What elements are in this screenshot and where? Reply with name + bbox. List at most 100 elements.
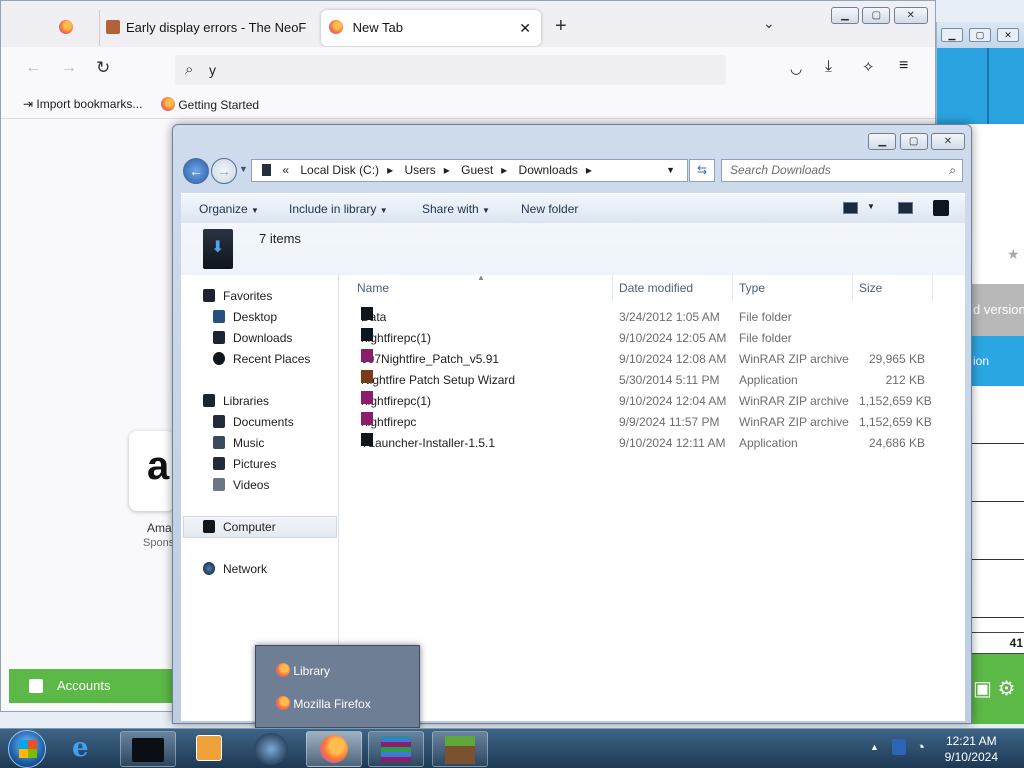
libraries-icon [203,394,215,407]
extensions-icon[interactable]: ✧ [862,58,875,76]
file-row[interactable]: Data 3/24/2012 1:05 AM File folder [361,307,941,328]
file-name: TLauncher-Installer-1.5.1 [361,433,495,454]
taskbar-firefox[interactable] [306,731,362,767]
forward-arrow-icon[interactable]: → [61,59,77,77]
nav-computer[interactable]: Computer [203,520,276,534]
bg-minimize-button[interactable]: ▁ [941,28,963,42]
jump-item-firefox[interactable]: Mozilla Firefox [276,696,371,711]
shield-icon[interactable] [892,739,906,755]
bg-blue-button[interactable]: ion [971,336,1024,386]
down-arrow-icon: ⬇ [211,239,225,256]
nav-label: Videos [233,478,270,492]
search-input[interactable]: Search Downloads ⌕ [721,159,963,182]
clock[interactable]: 12:21 AM 9/10/2024 [945,733,998,765]
nav-documents[interactable]: Documents [213,415,294,429]
minimize-button[interactable]: ▁ [831,7,859,24]
chevron-down-icon[interactable]: ⌄ [763,15,775,32]
accounts-button[interactable]: Accounts [9,669,175,703]
url-bar[interactable]: ⌕ y [175,55,726,85]
minimize-button[interactable]: ▁ [868,133,897,150]
media-player-icon[interactable] [196,735,222,761]
star-icon[interactable]: ★ [1007,246,1020,263]
nav-recent-places[interactable]: Recent Places [213,352,310,366]
column-header-size[interactable]: Size [853,275,933,301]
nav-network[interactable]: Network [203,562,267,576]
view-options-icon[interactable] [843,202,858,214]
network-status-icon[interactable]: ◔ [916,739,925,756]
nav-videos[interactable]: Videos [213,478,269,492]
nav-libraries[interactable]: Libraries [203,394,269,408]
nav-label: Computer [223,520,276,534]
show-hidden-icons-icon[interactable]: ▲ [870,742,879,752]
taskbar-explorer[interactable] [120,731,176,767]
internet-explorer-icon[interactable]: e [72,733,89,763]
organize-button[interactable]: Organize ▼ [199,194,259,224]
back-button[interactable]: ← [183,158,209,184]
breadcrumb-downloads[interactable]: Downloads [519,163,578,177]
bg-close-button[interactable]: ✕ [997,28,1019,42]
taskbar-winrar[interactable] [368,731,424,767]
breadcrumb-sep: ▸ [585,163,592,177]
new-tab-button[interactable]: + [555,15,567,38]
file-row[interactable]: 007Nightfire_Patch_v5.91 9/10/2024 12:08 … [361,349,941,370]
breadcrumb-guest[interactable]: Guest [461,163,493,177]
nav-favorites[interactable]: Favorites [203,289,272,303]
help-icon[interactable] [933,200,949,216]
file-row[interactable]: Nightfire Patch Setup Wizard 5/30/2014 5:… [361,370,941,391]
new-folder-button[interactable]: New folder [521,194,578,224]
jump-item-library[interactable]: Library [276,663,330,678]
tab-strip: Early display errors - The NeoF New Tab … [1,1,935,47]
close-tab-icon[interactable]: ✕ [519,10,531,46]
include-in-library-button[interactable]: Include in library ▼ [289,194,388,224]
file-date: 9/10/2024 12:04 AM [619,394,727,408]
nav-label: Favorites [223,289,273,303]
maximize-button[interactable]: ▢ [899,133,928,150]
jump-label: Library [293,664,331,678]
chevron-down-icon[interactable]: ▼ [867,202,875,211]
breadcrumb-sep: « [282,163,290,177]
nav-downloads[interactable]: Downloads [213,331,292,345]
download-icon[interactable]: ⤓ [825,58,832,76]
recent-pages-icon[interactable]: ▼ [239,164,248,174]
column-header-type[interactable]: Type [733,275,853,301]
menu-icon[interactable]: ≡ [899,57,908,75]
file-row[interactable]: nightfirepc 9/9/2024 11:57 PM WinRAR ZIP a… [361,412,941,433]
file-row[interactable]: nightfirepc(1) 9/10/2024 12:05 AM File fol… [361,328,941,349]
refresh-button[interactable]: ⇆ [689,159,715,182]
file-row[interactable]: TLauncher-Installer-1.5.1 9/10/2024 12:11… [361,433,941,454]
back-arrow-icon[interactable]: ← [25,59,41,77]
file-row[interactable]: nightfirepc(1) 9/10/2024 12:04 AM WinRAR Z… [361,391,941,412]
nav-label: Network [223,562,268,576]
bg-maximize-button[interactable]: ▢ [969,28,991,42]
music-icon [213,436,225,449]
getting-started-link[interactable]: Getting Started [161,97,259,112]
taskbar-minecraft[interactable] [432,731,488,767]
file-type: Application [739,373,798,387]
maximize-button[interactable]: ▢ [862,7,891,24]
url-input[interactable]: y [209,62,216,78]
breadcrumb-local-disk[interactable]: Local Disk (C:) [300,163,379,177]
start-button[interactable] [8,730,46,768]
breadcrumb-users[interactable]: Users [404,163,435,177]
pocket-icon[interactable]: ◡ [790,60,802,77]
amazon-shortcut-tile[interactable]: a [129,431,175,511]
file-type: WinRAR ZIP archive [739,352,849,366]
reload-icon[interactable]: ↻ [96,58,110,78]
nav-music[interactable]: Music [213,436,264,450]
tab-neoforum[interactable]: Early display errors - The NeoF [99,10,309,46]
close-button[interactable]: ✕ [893,7,928,24]
preview-pane-icon[interactable] [898,202,913,214]
address-dropdown-icon[interactable]: ▼ [666,160,675,181]
close-button[interactable]: ✕ [931,133,965,150]
breadcrumb[interactable]: « Local Disk (C:) ▸ Users ▸ Guest ▸ Downloa… [251,159,688,182]
bg-green-panel[interactable]: ▣ ⚙ [971,654,1024,724]
tab-pinned[interactable] [49,10,89,46]
tab-new-tab[interactable]: New Tab ✕ [321,10,541,46]
column-header-date[interactable]: Date modified [613,275,733,301]
nav-desktop[interactable]: Desktop [213,310,277,324]
network-globe-icon[interactable] [254,733,288,765]
forward-button[interactable]: → [211,158,237,184]
import-bookmarks-link[interactable]: ⇥ Import bookmarks... [23,97,142,111]
share-with-button[interactable]: Share with ▼ [422,194,490,224]
nav-pictures[interactable]: Pictures [213,457,276,471]
